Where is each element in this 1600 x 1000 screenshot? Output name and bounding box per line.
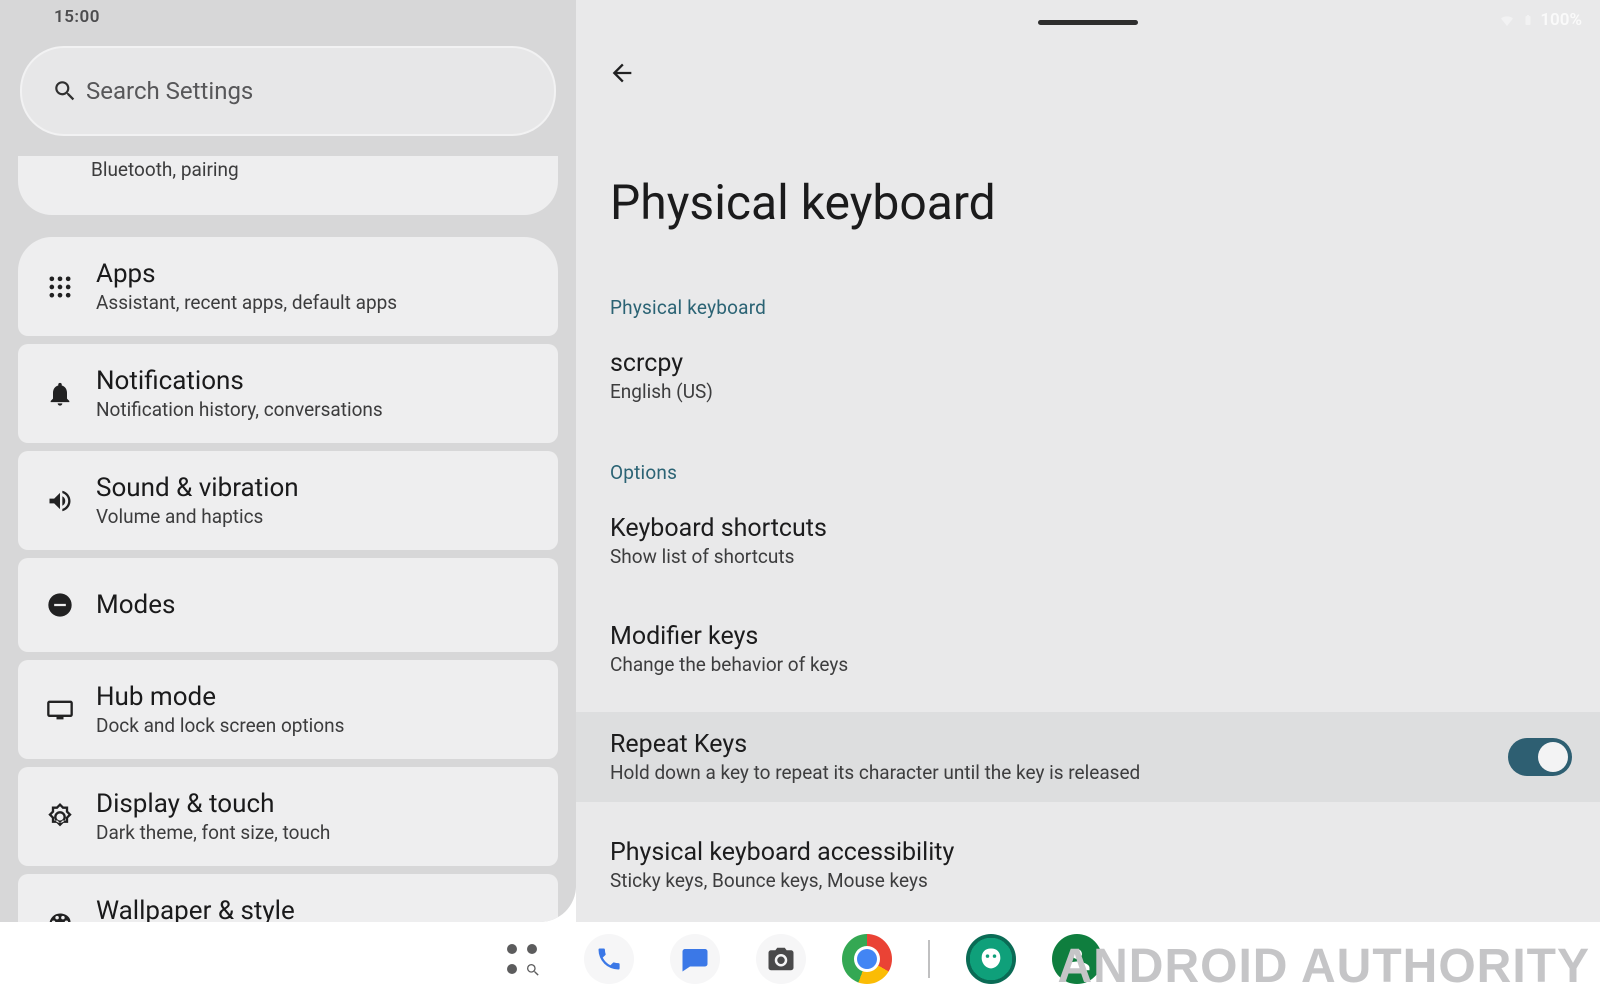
battery-text: 100% bbox=[1540, 10, 1582, 30]
sidebar-item-sub: Assistant, recent apps, default apps bbox=[96, 291, 397, 314]
messages-icon bbox=[680, 944, 710, 974]
sidebar-item-modes[interactable]: Modes bbox=[18, 558, 558, 652]
sidebar-item-label: Modes bbox=[96, 590, 175, 620]
taskbar: ANDROID AUTHORITY bbox=[0, 922, 1600, 1000]
bell-icon bbox=[46, 380, 74, 408]
settings-list[interactable]: Bluetooth, pairing Apps Assistant, recen… bbox=[0, 156, 576, 922]
camera-app-icon[interactable] bbox=[756, 934, 806, 984]
row-sub: Show list of shortcuts bbox=[610, 545, 1566, 568]
row-title: Keyboard shortcuts bbox=[610, 514, 1566, 543]
camera-icon bbox=[766, 944, 796, 974]
row-sub: Sticky keys, Bounce keys, Mouse keys bbox=[610, 869, 1566, 892]
sidebar-item-hub-mode[interactable]: Hub mode Dock and lock screen options bbox=[18, 660, 558, 759]
wifi-icon bbox=[1498, 11, 1516, 29]
sidebar-item-label: Wallpaper & style bbox=[96, 896, 351, 922]
brightness-icon bbox=[46, 803, 74, 831]
sidebar-item-notifications[interactable]: Notifications Notification history, conv… bbox=[18, 344, 558, 443]
section-physical-keyboard: Physical keyboard scrcpy English (US) bbox=[576, 230, 1600, 421]
page-title: Physical keyboard bbox=[610, 174, 996, 231]
messages-app-icon[interactable] bbox=[670, 934, 720, 984]
sidebar-item-label: Apps bbox=[96, 259, 397, 289]
search-settings[interactable]: Search Settings bbox=[20, 46, 556, 136]
magisk-app-icon[interactable] bbox=[966, 934, 1016, 984]
sidebar-item-apps[interactable]: Apps Assistant, recent apps, default app… bbox=[18, 237, 558, 336]
option-repeat-keys[interactable]: Repeat Keys Hold down a key to repeat it… bbox=[576, 712, 1600, 802]
keyboard-name: scrcpy bbox=[610, 349, 1566, 378]
sidebar-item-sub: Volume and haptics bbox=[96, 505, 299, 528]
taskbar-divider bbox=[928, 940, 930, 978]
all-apps-button[interactable] bbox=[498, 934, 548, 984]
row-title: Modifier keys bbox=[610, 622, 1566, 651]
battery-icon bbox=[1522, 11, 1534, 29]
status-bar-left: 15:00 bbox=[0, 0, 576, 34]
sidebar-item-sub: Notification history, conversations bbox=[96, 398, 383, 421]
watermark-text: ANDROID AUTHORITY bbox=[1057, 939, 1590, 994]
row-title: Physical keyboard accessibility bbox=[610, 838, 1566, 867]
mask-icon bbox=[977, 945, 1005, 973]
option-modifier-keys[interactable]: Modifier keys Change the behavior of key… bbox=[576, 604, 1600, 694]
sidebar-item-sound[interactable]: Sound & vibration Volume and haptics bbox=[18, 451, 558, 550]
apps-icon bbox=[46, 273, 74, 301]
back-icon[interactable] bbox=[608, 59, 636, 87]
volume-icon bbox=[46, 487, 74, 515]
apps-grid-icon bbox=[505, 942, 539, 976]
sidebar-item-label: Display & touch bbox=[96, 789, 330, 819]
row-sub: Hold down a key to repeat its character … bbox=[610, 761, 1490, 784]
sidebar-item-label: Sound & vibration bbox=[96, 473, 299, 503]
section-header: Options bbox=[610, 461, 1600, 484]
phone-app-icon[interactable] bbox=[584, 934, 634, 984]
drag-handle[interactable] bbox=[1038, 20, 1138, 25]
search-icon bbox=[52, 78, 78, 104]
palette-icon bbox=[46, 910, 74, 923]
sidebar-item-wallpaper[interactable]: Wallpaper & style Colors, themed icons, … bbox=[18, 874, 558, 922]
option-physical-keyboard-accessibility[interactable]: Physical keyboard accessibility Sticky k… bbox=[576, 820, 1600, 910]
sidebar-item-connected-devices[interactable]: Bluetooth, pairing bbox=[18, 156, 558, 215]
repeat-keys-toggle[interactable] bbox=[1508, 738, 1572, 776]
sidebar-item-sub: Dark theme, font size, touch bbox=[96, 821, 330, 844]
sidebar-item-label: Hub mode bbox=[96, 682, 344, 712]
option-keyboard-shortcuts[interactable]: Keyboard shortcuts Show list of shortcut… bbox=[576, 496, 1600, 586]
detail-pane: 100% Physical keyboard Physical keyboard… bbox=[576, 0, 1600, 922]
row-sub: Change the behavior of keys bbox=[610, 653, 1566, 676]
sidebar-item-label: Notifications bbox=[96, 366, 383, 396]
section-header: Physical keyboard bbox=[610, 296, 1600, 319]
tablet-icon bbox=[46, 696, 74, 724]
chrome-app-icon[interactable] bbox=[842, 934, 892, 984]
status-bar-right: 100% bbox=[1498, 10, 1582, 30]
sidebar-item-display[interactable]: Display & touch Dark theme, font size, t… bbox=[18, 767, 558, 866]
search-placeholder: Search Settings bbox=[86, 77, 253, 105]
section-options: Options Keyboard shortcuts Show list of … bbox=[576, 395, 1600, 910]
sidebar-item-sub: Dock and lock screen options bbox=[96, 714, 344, 737]
row-title: Repeat Keys bbox=[610, 730, 1490, 759]
do-not-disturb-icon bbox=[46, 591, 74, 619]
sidebar-item-sub: Bluetooth, pairing bbox=[91, 158, 239, 181]
settings-list-pane: 15:00 Search Settings Bluetooth, pairing… bbox=[0, 0, 576, 922]
clock-text: 15:00 bbox=[54, 7, 100, 27]
phone-icon bbox=[595, 945, 623, 973]
